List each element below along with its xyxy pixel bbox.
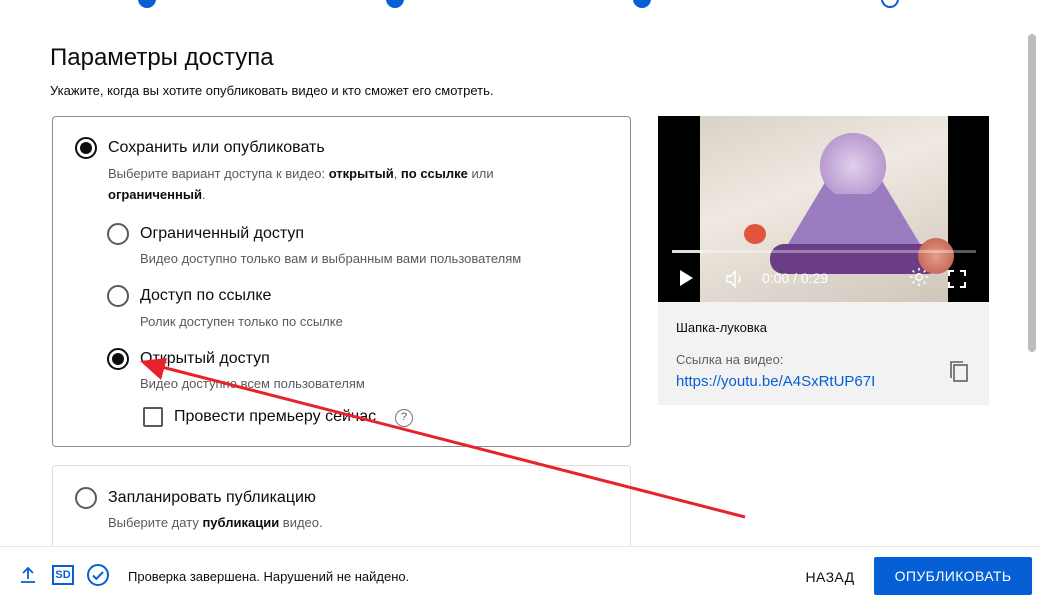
save-publish-desc: Выберите вариант доступа к видео: открыт… (108, 166, 494, 202)
step-complete-icon[interactable] (386, 0, 404, 8)
save-publish-radio[interactable] (75, 137, 97, 159)
check-complete-icon[interactable] (86, 563, 110, 592)
video-progress-bar[interactable] (672, 250, 976, 253)
video-link[interactable]: https://youtu.be/A4SxRtUP67I (676, 373, 875, 390)
upload-stepper (0, 0, 1040, 14)
fullscreen-icon[interactable] (948, 270, 966, 288)
schedule-radio[interactable] (75, 487, 97, 509)
publish-button[interactable]: ОПУБЛИКОВАТЬ (874, 557, 1032, 595)
video-link-label: Ссылка на видео: (676, 352, 784, 367)
video-controls: 0:00 / 0:29 (658, 264, 989, 294)
save-publish-card: Сохранить или опубликовать Выберите вари… (52, 116, 631, 447)
step-complete-icon[interactable] (633, 0, 651, 8)
footer-bar: SD Проверка завершена. Нарушений не найд… (0, 546, 1040, 600)
private-desc: Видео доступно только вам и выбранным ва… (140, 251, 522, 266)
upload-icon[interactable] (18, 565, 38, 590)
schedule-desc: Выберите дату публикации видео. (108, 515, 323, 530)
page-title: Параметры доступа (50, 44, 274, 71)
public-desc: Видео доступно всем пользователям (140, 376, 365, 391)
video-player[interactable]: 0:00 / 0:29 (658, 116, 989, 302)
scrollbar[interactable] (1028, 34, 1036, 352)
thumbnail-flower (744, 224, 766, 244)
schedule-label: Запланировать публикацию (108, 489, 316, 506)
public-radio[interactable] (107, 348, 129, 370)
unlisted-radio[interactable] (107, 285, 129, 307)
page-subtitle: Укажите, когда вы хотите опубликовать ви… (50, 83, 494, 98)
private-radio[interactable] (107, 223, 129, 245)
step-current-icon[interactable] (881, 0, 899, 8)
volume-icon[interactable] (724, 268, 746, 295)
help-icon[interactable]: ? (395, 409, 413, 427)
copy-icon[interactable] (948, 360, 970, 384)
thumbnail-hat-top (818, 124, 888, 194)
premiere-label: Провести премьеру сейчас (174, 408, 377, 425)
premiere-checkbox[interactable] (143, 407, 163, 427)
check-status-text: Проверка завершена. Нарушений не найдено… (128, 569, 410, 584)
video-progress-fill (672, 250, 703, 253)
sd-quality-icon[interactable]: SD (52, 565, 74, 585)
unlisted-desc: Ролик доступен только по ссылке (140, 314, 343, 329)
back-button[interactable]: НАЗАД (794, 559, 866, 595)
video-preview-panel: 0:00 / 0:29 Шапка-луковка Ссылка на виде… (658, 116, 989, 405)
unlisted-label: Доступ по ссылке (140, 287, 272, 304)
step-complete-icon[interactable] (138, 0, 156, 8)
gear-icon[interactable] (908, 266, 930, 294)
save-publish-label: Сохранить или опубликовать (108, 139, 325, 156)
play-icon[interactable] (680, 270, 693, 286)
private-label: Ограниченный доступ (140, 225, 305, 242)
video-title: Шапка-луковка (676, 320, 767, 335)
public-label: Открытый доступ (140, 350, 270, 367)
video-time: 0:00 / 0:29 (762, 270, 829, 286)
